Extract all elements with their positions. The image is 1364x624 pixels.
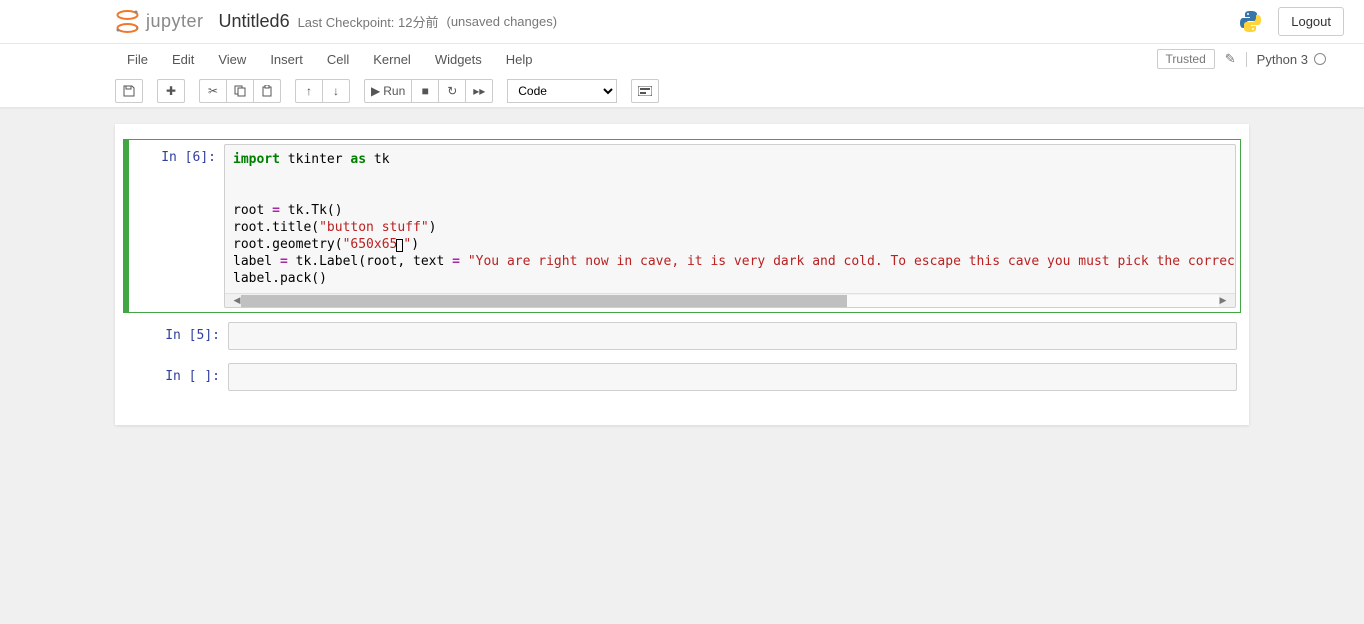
code-cell[interactable]: In [5]: <box>123 318 1241 354</box>
jupyter-icon <box>115 9 140 34</box>
trusted-indicator[interactable]: Trusted <box>1157 49 1215 69</box>
menu-help[interactable]: Help <box>494 52 545 67</box>
jupyter-logo-text: jupyter <box>146 11 204 32</box>
document-title[interactable]: Untitled6 <box>219 11 290 32</box>
notebook-container: In [6]: import tkinter as tk root = tk.T… <box>115 124 1249 425</box>
toolbar: ✚ ✂ ↑ ↓ ▶ Run ■ ↻ ▸▸ Code <box>0 74 1364 108</box>
menu-edit[interactable]: Edit <box>160 52 206 67</box>
jupyter-logo[interactable]: jupyter <box>115 9 204 34</box>
code-cell[interactable]: In [ ]: <box>123 359 1241 395</box>
play-icon: ▶ <box>371 84 380 98</box>
kernel-indicator[interactable]: Python 3 <box>1246 52 1326 67</box>
menu-view[interactable]: View <box>206 52 258 67</box>
command-palette-button[interactable] <box>631 79 659 103</box>
logout-button[interactable]: Logout <box>1278 7 1344 36</box>
menu-file[interactable]: File <box>115 52 160 67</box>
restart-button[interactable]: ↻ <box>438 79 466 103</box>
menu-kernel[interactable]: Kernel <box>361 52 423 67</box>
menu-widgets[interactable]: Widgets <box>423 52 494 67</box>
checkpoint-text: Last Checkpoint: 12分前 <box>298 12 439 31</box>
pencil-icon[interactable]: ✎ <box>1225 51 1236 67</box>
input-prompt: In [5]: <box>133 322 228 350</box>
scroll-right-icon: ▶ <box>1219 295 1227 306</box>
scrollbar-thumb[interactable] <box>241 295 847 307</box>
code-input-area[interactable]: import tkinter as tk root = tk.Tk() root… <box>224 144 1236 308</box>
save-button[interactable] <box>115 79 143 103</box>
code-input-area[interactable] <box>228 363 1237 391</box>
input-prompt: In [6]: <box>129 144 224 308</box>
scroll-left-icon: ◀ <box>233 295 241 306</box>
move-down-button[interactable]: ↓ <box>322 79 350 103</box>
python-icon <box>1238 9 1263 34</box>
menu-insert[interactable]: Insert <box>258 52 315 67</box>
code-cell[interactable]: In [6]: import tkinter as tk root = tk.T… <box>123 139 1241 313</box>
move-up-button[interactable]: ↑ <box>295 79 323 103</box>
menubar: File Edit View Insert Cell Kernel Widget… <box>0 44 1364 74</box>
cell-type-select[interactable]: Code <box>507 79 617 103</box>
restart-run-all-button[interactable]: ▸▸ <box>465 79 493 103</box>
header-bar: jupyter Untitled6 Last Checkpoint: 12分前 … <box>0 0 1364 44</box>
code-input-area[interactable] <box>228 322 1237 350</box>
menu-cell[interactable]: Cell <box>315 52 361 67</box>
copy-button[interactable] <box>226 79 254 103</box>
code-content[interactable]: import tkinter as tk root = tk.Tk() root… <box>225 145 1235 293</box>
run-label: Run <box>383 84 405 98</box>
cut-button[interactable]: ✂ <box>199 79 227 103</box>
scrollbar-track[interactable] <box>241 295 1219 307</box>
unsaved-indicator: (unsaved changes) <box>446 14 557 29</box>
input-prompt: In [ ]: <box>133 363 228 391</box>
kernel-name-label: Python 3 <box>1257 52 1308 67</box>
insert-cell-button[interactable]: ✚ <box>157 79 185 103</box>
interrupt-button[interactable]: ■ <box>411 79 439 103</box>
kernel-idle-icon <box>1314 53 1326 65</box>
horizontal-scrollbar[interactable]: ◀ ▶ <box>225 293 1235 307</box>
paste-button[interactable] <box>253 79 281 103</box>
run-button[interactable]: ▶ Run <box>364 79 412 103</box>
